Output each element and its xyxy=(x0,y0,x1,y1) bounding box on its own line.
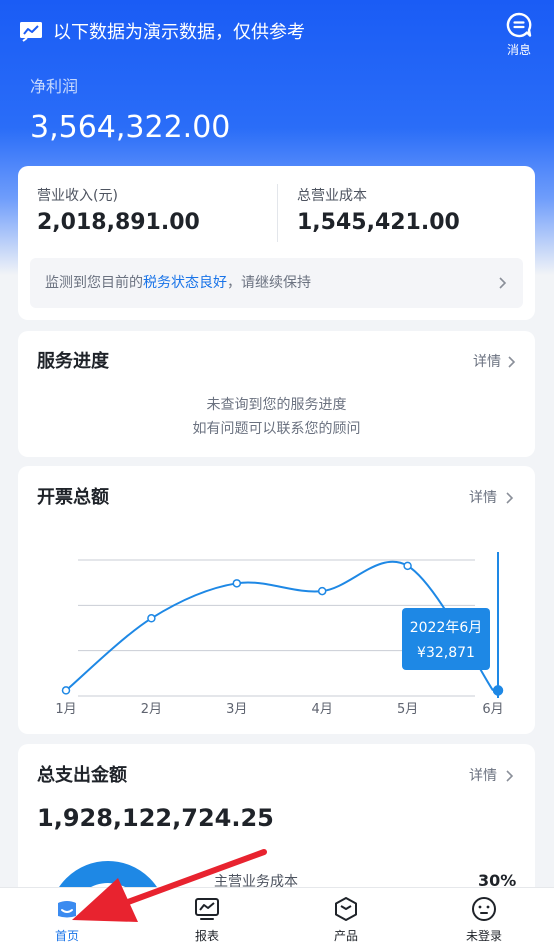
demo-data-notice: 以下数据为演示数据，仅供参考 xyxy=(53,22,305,43)
chart-point xyxy=(232,579,242,588)
invoice-total-card: 开票总额 详情 1月 2月 3月 4月 5月 6月 2022年6月 ¥32,871 xyxy=(18,466,535,734)
product-icon xyxy=(335,897,357,921)
summary-card: 营业收入(元) 2,018,891.00 总营业成本 1,545,421.00 … xyxy=(18,166,535,320)
service-detail-label: 详情 xyxy=(473,354,501,370)
tab-login[interactable]: 未登录 xyxy=(439,888,529,950)
chart-point xyxy=(147,614,156,623)
tab-product-label: 产品 xyxy=(333,929,358,943)
chevron-right-icon xyxy=(508,356,516,368)
tab-login-label: 未登录 xyxy=(465,929,502,943)
chart-tooltip-title: 2022年6月 xyxy=(410,620,483,636)
summary-divider xyxy=(277,184,278,242)
presentation-chart-icon xyxy=(20,22,42,42)
invoice-line-chart[interactable]: 1月 2月 3月 4月 5月 6月 2022年6月 ¥32,871 xyxy=(18,466,535,734)
user-icon xyxy=(472,897,496,921)
chart-tooltip: 2022年6月 ¥32,871 xyxy=(402,608,490,670)
tab-product[interactable]: 产品 xyxy=(301,888,391,950)
revenue-value: 2,018,891.00 xyxy=(37,210,200,235)
service-progress-card: 服务进度 详情 未查询到您的服务进度 如有问题可以联系您的顾问 xyxy=(18,331,535,457)
chart-point xyxy=(492,685,504,696)
message-button[interactable]: 消息 xyxy=(500,10,538,62)
service-empty-line1: 未查询到您的服务进度 xyxy=(206,397,347,413)
net-profit-label: 净利润 xyxy=(30,77,79,96)
top-bar: 以下数据为演示数据，仅供参考 消息 xyxy=(0,0,554,70)
chart-point xyxy=(317,586,327,596)
total-cost-value: 1,545,421.00 xyxy=(297,210,460,235)
tax-status-highlight: 税务状态良好 xyxy=(143,275,227,291)
chart-tooltip-value: ¥32,871 xyxy=(417,645,475,661)
bottom-tab-bar: 首页 报表 产品 未登录 xyxy=(0,887,554,950)
service-detail-link[interactable]: 详情 xyxy=(473,351,519,373)
expense-detail-link[interactable]: 详情 xyxy=(469,765,519,787)
home-icon xyxy=(58,901,76,918)
service-empty-line2: 如有问题可以联系您的顾问 xyxy=(192,421,361,437)
chart-x-tick-label: 1月 xyxy=(55,702,76,717)
total-cost-label: 总营业成本 xyxy=(297,188,367,204)
service-progress-title: 服务进度 xyxy=(37,351,109,372)
tab-home[interactable]: 首页 xyxy=(22,888,112,950)
chart-x-tick-label: 3月 xyxy=(226,702,247,717)
chart-x-tick-label: 4月 xyxy=(312,702,333,717)
chart-x-tick-label: 6月 xyxy=(482,702,503,717)
tab-home-label: 首页 xyxy=(54,929,79,943)
tab-report[interactable]: 报表 xyxy=(162,888,252,950)
net-profit-value: 3,564,322.00 xyxy=(30,110,231,145)
tab-report-label: 报表 xyxy=(194,929,219,943)
expense-detail-label: 详情 xyxy=(469,768,497,784)
message-label: 消息 xyxy=(506,43,531,57)
chart-x-tick-label: 2月 xyxy=(141,702,162,717)
chart-x-tick-label: 5月 xyxy=(397,702,418,717)
chart-point xyxy=(61,686,71,695)
tax-status-text: 监测到您目前的税务状态良好，请继续保持 xyxy=(45,272,311,294)
chart-x-tick-labels: 1月 2月 3月 4月 5月 6月 xyxy=(55,702,503,717)
tax-status-suffix: ，请继续保持 xyxy=(227,275,311,291)
message-icon xyxy=(506,12,532,38)
total-expense-value: 1,928,122,724.25 xyxy=(37,804,274,832)
report-icon xyxy=(195,898,219,920)
chevron-right-icon xyxy=(499,277,507,289)
total-expense-title: 总支出金额 xyxy=(37,765,127,786)
tax-status-prefix: 监测到您目前的 xyxy=(45,275,143,291)
revenue-label: 营业收入(元) xyxy=(37,188,118,204)
chevron-right-icon xyxy=(506,770,514,782)
chart-point xyxy=(403,561,412,571)
tax-status-banner[interactable]: 监测到您目前的税务状态良好，请继续保持 xyxy=(30,258,523,308)
